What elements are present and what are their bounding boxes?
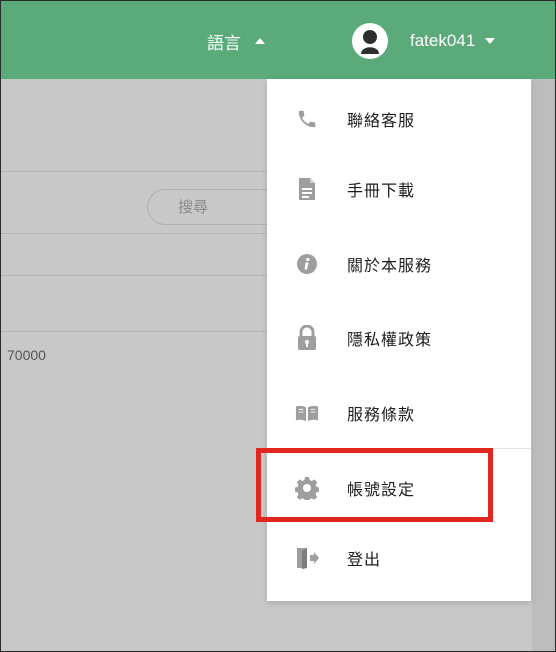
menu-item-manual-download[interactable]: 手冊下載 (267, 159, 531, 219)
menu-item-terms-of-service[interactable]: 服務條款 (267, 383, 531, 443)
logout-icon (295, 546, 319, 570)
menu-item-label: 關於本服務 (347, 256, 433, 275)
caret-down-icon (485, 38, 496, 44)
phone-icon (295, 107, 319, 131)
menu-divider (267, 448, 531, 449)
menu-item-logout[interactable]: 登出 (267, 528, 531, 588)
user-silhouette-icon (361, 30, 379, 54)
user-dropdown-menu: 聯絡客服 手冊下載 關於本服務 隱私權政策 服務條款 帳號設定 登出 (267, 79, 531, 601)
menu-item-label: 帳號設定 (347, 480, 416, 499)
menu-item-account-settings[interactable]: 帳號設定 (267, 458, 531, 518)
scroll-area (532, 79, 555, 651)
menu-item-contact-support[interactable]: 聯絡客服 (267, 89, 531, 149)
divider (1, 171, 267, 172)
menu-item-label: 登出 (347, 550, 382, 569)
menu-item-label: 隱私權政策 (347, 330, 433, 349)
book-icon (295, 401, 319, 425)
menu-item-label: 手冊下載 (347, 181, 416, 200)
divider (1, 275, 267, 276)
table-cell-value: 70000 (7, 347, 46, 363)
divider (1, 233, 267, 234)
lock-icon (295, 325, 319, 350)
top-navigation-bar: 語言 fatek041 (1, 1, 555, 79)
caret-up-icon (255, 38, 265, 44)
language-label: 語言 (207, 33, 241, 54)
divider (1, 331, 267, 332)
document-icon (295, 177, 319, 201)
gear-icon (295, 476, 319, 500)
search-placeholder: 搜尋 (178, 198, 209, 216)
user-menu-toggle[interactable]: fatek041 (352, 23, 496, 59)
menu-item-privacy-policy[interactable]: 隱私權政策 (267, 308, 531, 368)
menu-item-label: 服務條款 (347, 405, 416, 424)
avatar (352, 23, 388, 59)
language-selector[interactable]: 語言 (207, 27, 265, 55)
menu-item-about-service[interactable]: 關於本服務 (267, 234, 531, 294)
menu-item-label: 聯絡客服 (347, 111, 416, 130)
username: fatek041 (410, 31, 476, 50)
app-frame: 語言 fatek041 搜尋 70000 聯絡客服 手冊下載 關於本服務 隱私權… (0, 0, 556, 652)
info-icon (295, 252, 319, 276)
